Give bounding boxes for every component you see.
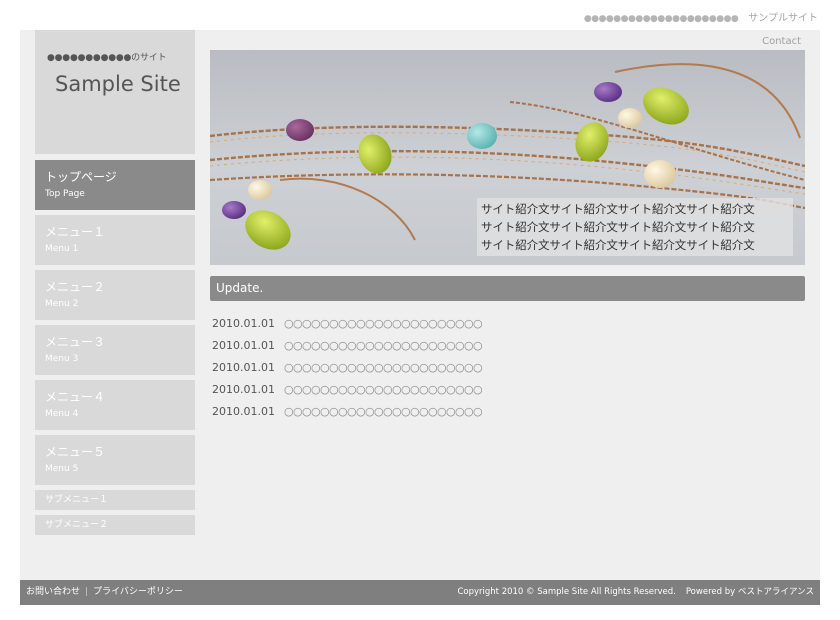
- contact-link[interactable]: Contact: [762, 36, 801, 47]
- nav-item-sublabel: Menu 4: [45, 409, 79, 419]
- nav-item-sublabel: Menu 2: [45, 299, 79, 309]
- update-date: 2010.01.01: [212, 338, 275, 352]
- nav-subitem-2[interactable]: サブメニュー２: [35, 515, 195, 535]
- sidebar-nav: トップページ Top Page メニュー１ Menu 1 メニュー２ Menu …: [35, 160, 195, 540]
- nav-item-menu-1[interactable]: メニュー１ Menu 1: [35, 215, 195, 265]
- update-date: 2010.01.01: [212, 404, 275, 418]
- update-text[interactable]: ○○○○○○○○○○○○○○○○○○○○○○: [284, 361, 483, 374]
- update-date: 2010.01.01: [212, 360, 275, 374]
- hero-caption-line: サイト紹介文サイト紹介文サイト紹介文サイト紹介文: [481, 238, 755, 252]
- footer-credits: Copyright 2010 © Sample Site All Rights …: [457, 580, 814, 605]
- nav-item-label: トップページ: [45, 170, 117, 184]
- page: ●●●●●●●●●●●●●●●●●●●●● サンプルサイト ●●●●●●●●●●…: [0, 0, 840, 620]
- footer: お問い合わせ | プライバシーポリシー Copyright 2010 © Sampl…: [20, 580, 820, 605]
- nav-item-sublabel: Menu 3: [45, 354, 79, 364]
- nav-item-sublabel: Menu 5: [45, 464, 79, 474]
- nav-item-menu-2[interactable]: メニュー２ Menu 2: [35, 270, 195, 320]
- header-site-name: サンプルサイト: [748, 13, 818, 24]
- footer-separator: |: [85, 587, 89, 597]
- nav-item-label: メニュー４: [45, 390, 106, 404]
- nav-item-label: メニュー５: [45, 445, 106, 459]
- nav-subitem-1[interactable]: サブメニュー１: [35, 490, 195, 510]
- update-item: 2010.01.01 ○○○○○○○○○○○○○○○○○○○○○○: [212, 334, 772, 356]
- nav-item-label: メニュー３: [45, 335, 106, 349]
- hero-caption-line: サイト紹介文サイト紹介文サイト紹介文サイト紹介文: [481, 220, 755, 234]
- logo-tagline: ●●●●●●●●●●●のサイト: [47, 53, 167, 63]
- nav-item-sublabel: Top Page: [45, 189, 85, 199]
- update-text[interactable]: ○○○○○○○○○○○○○○○○○○○○○○: [284, 339, 483, 352]
- footer-links: お問い合わせ | プライバシーポリシー: [26, 580, 183, 605]
- nav-item-menu-5[interactable]: メニュー５ Menu 5: [35, 435, 195, 485]
- update-item: 2010.01.01 ○○○○○○○○○○○○○○○○○○○○○○: [212, 400, 772, 422]
- main-frame: ●●●●●●●●●●●のサイト Sample Site トップページ Top P…: [20, 30, 820, 580]
- update-item: 2010.01.01 ○○○○○○○○○○○○○○○○○○○○○○: [212, 356, 772, 378]
- nav-item-top-page[interactable]: トップページ Top Page: [35, 160, 195, 210]
- update-text[interactable]: ○○○○○○○○○○○○○○○○○○○○○○: [284, 317, 483, 330]
- nav-item-label: メニュー２: [45, 280, 106, 294]
- footer-contact-link[interactable]: お問い合わせ: [26, 587, 80, 597]
- header-dots: ●●●●●●●●●●●●●●●●●●●●●: [583, 14, 739, 24]
- update-date: 2010.01.01: [212, 382, 275, 396]
- update-header: Update.: [210, 276, 805, 301]
- update-text[interactable]: ○○○○○○○○○○○○○○○○○○○○○○: [284, 405, 483, 418]
- footer-powered-by: Powered by ベストアライアンス: [685, 587, 814, 597]
- update-list: 2010.01.01 ○○○○○○○○○○○○○○○○○○○○○○ 2010.0…: [212, 312, 772, 422]
- update-title: Update.: [216, 281, 264, 295]
- nav-item-sublabel: Menu 1: [45, 244, 79, 254]
- footer-copyright: Copyright 2010 © Sample Site All Rights …: [457, 587, 676, 597]
- update-item: 2010.01.01 ○○○○○○○○○○○○○○○○○○○○○○: [212, 378, 772, 400]
- header-tagline: ●●●●●●●●●●●●●●●●●●●●● サンプルサイト: [584, 12, 818, 26]
- nav-item-label: メニュー１: [45, 225, 106, 239]
- update-date: 2010.01.01: [212, 316, 275, 330]
- hero-caption-line: サイト紹介文サイト紹介文サイト紹介文サイト紹介文: [481, 202, 755, 216]
- nav-item-menu-4[interactable]: メニュー４ Menu 4: [35, 380, 195, 430]
- update-text[interactable]: ○○○○○○○○○○○○○○○○○○○○○○: [284, 383, 483, 396]
- logo-title: Sample Site: [55, 72, 181, 96]
- hero-image: サイト紹介文サイト紹介文サイト紹介文サイト紹介文 サイト紹介文サイト紹介文サイト…: [210, 50, 805, 265]
- update-item: 2010.01.01 ○○○○○○○○○○○○○○○○○○○○○○: [212, 312, 772, 334]
- nav-item-menu-3[interactable]: メニュー３ Menu 3: [35, 325, 195, 375]
- logo-block[interactable]: ●●●●●●●●●●●のサイト Sample Site: [35, 30, 195, 154]
- footer-privacy-link[interactable]: プライバシーポリシー: [93, 587, 183, 597]
- hero-caption: サイト紹介文サイト紹介文サイト紹介文サイト紹介文 サイト紹介文サイト紹介文サイト…: [477, 198, 793, 256]
